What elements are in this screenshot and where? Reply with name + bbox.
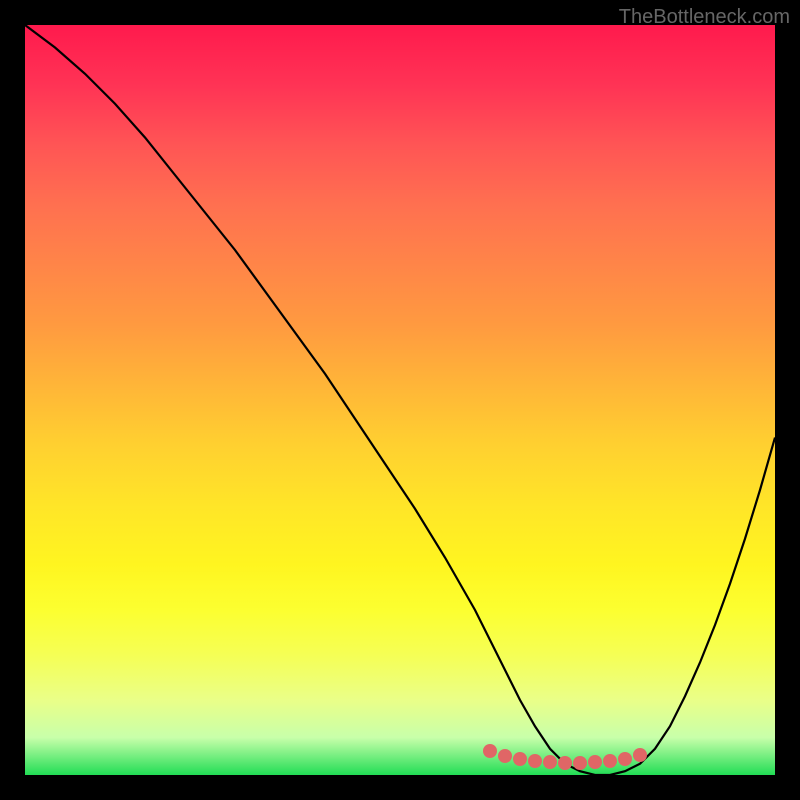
- optimal-marker: [588, 755, 602, 769]
- watermark-text: TheBottleneck.com: [619, 6, 790, 29]
- optimal-marker: [558, 756, 572, 770]
- optimal-marker: [618, 752, 632, 766]
- optimal-marker: [483, 744, 497, 758]
- optimal-marker: [513, 752, 527, 766]
- optimal-marker: [573, 756, 587, 770]
- marker-group: [25, 25, 775, 775]
- optimal-marker: [543, 755, 557, 769]
- optimal-marker: [528, 754, 542, 768]
- optimal-marker: [633, 748, 647, 762]
- chart-plot-area: [25, 25, 775, 775]
- optimal-marker: [603, 754, 617, 768]
- optimal-marker: [498, 749, 512, 763]
